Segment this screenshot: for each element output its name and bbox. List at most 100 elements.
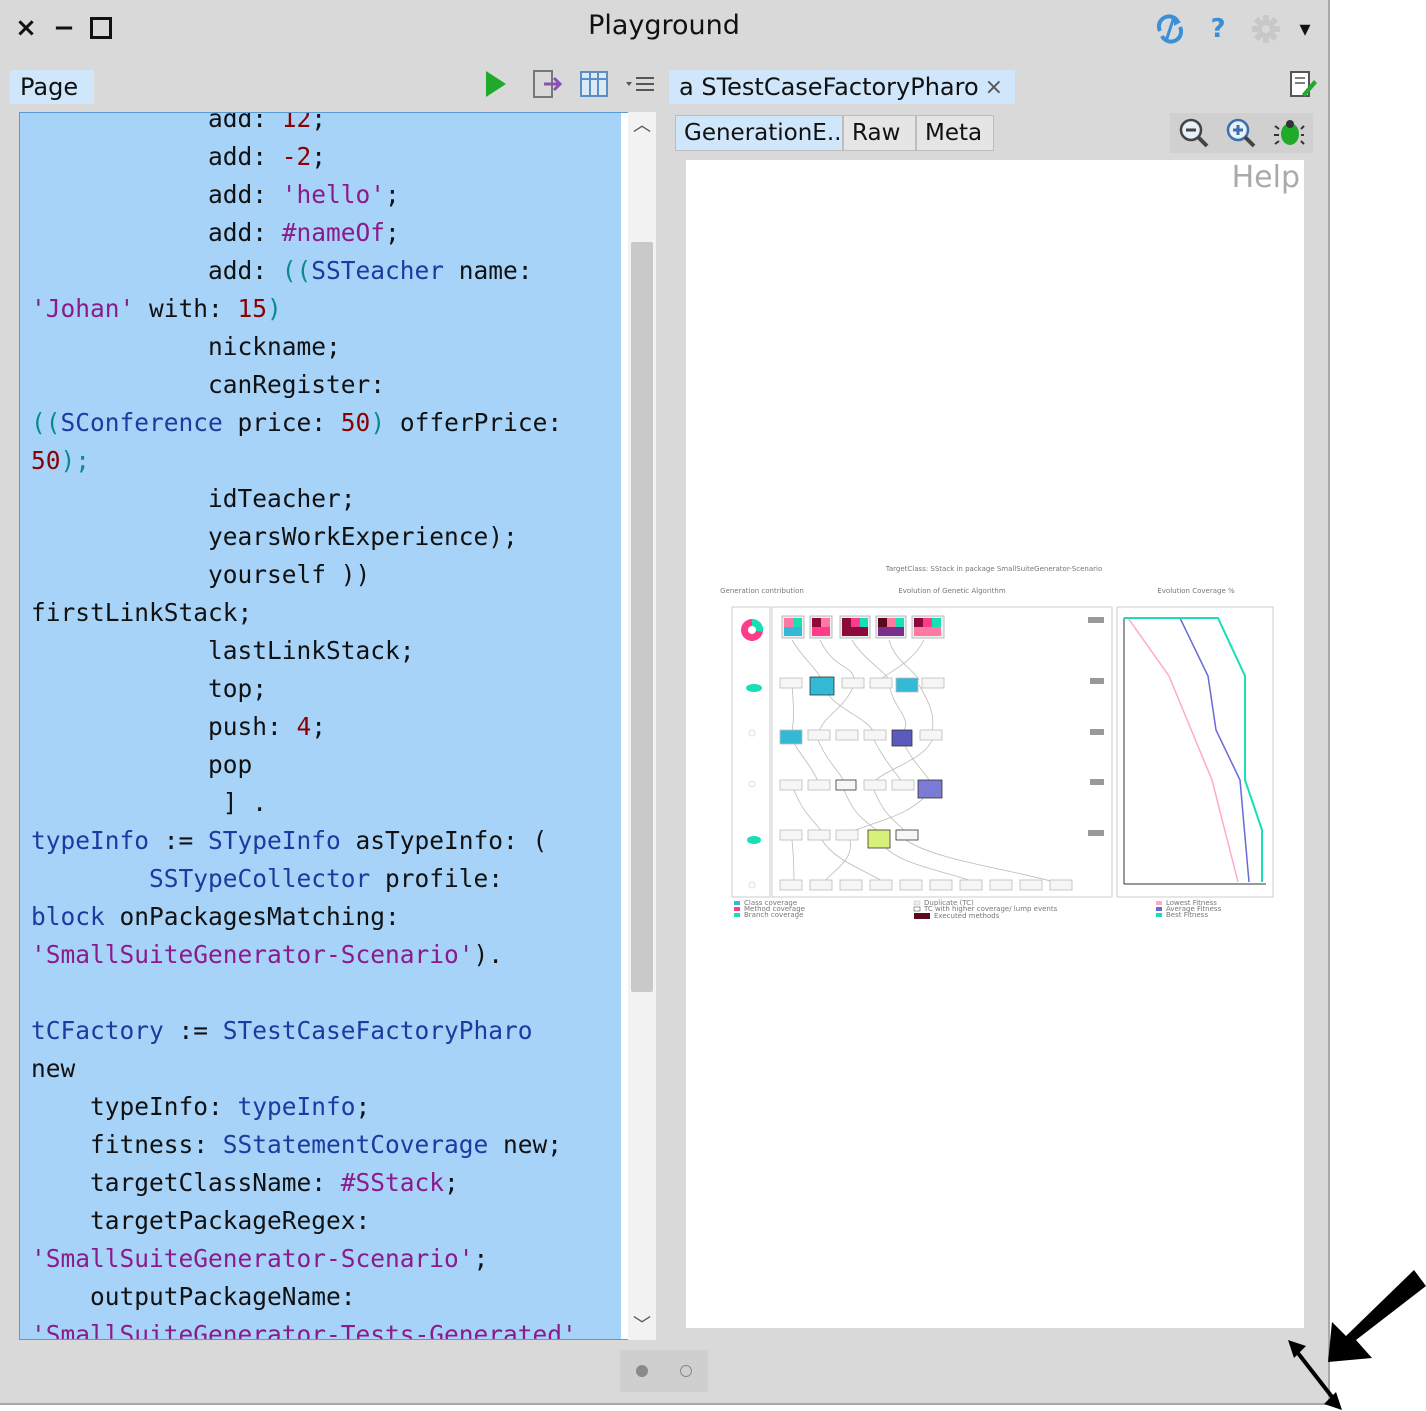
tab-page-label: Page bbox=[20, 73, 79, 101]
code-token: new bbox=[31, 1054, 76, 1083]
code-line[interactable]: ] . bbox=[31, 788, 267, 817]
code-line[interactable]: add: #nameOf; bbox=[31, 218, 400, 247]
edit-icon bbox=[1290, 71, 1317, 97]
code-line[interactable]: tCFactory := STestCaseFactoryPharo bbox=[31, 1016, 533, 1045]
code-token: ; bbox=[311, 142, 327, 171]
code-token: 'SmallSuiteGenerator-Tests-Generated' bbox=[31, 1320, 577, 1339]
tab-page[interactable]: Page bbox=[10, 70, 94, 104]
code-token: #SStack bbox=[340, 1168, 445, 1197]
debug-button[interactable] bbox=[1273, 117, 1305, 149]
tab-inspector[interactable]: a STestCaseFactoryPharo × bbox=[669, 70, 1015, 104]
playground-window: × − Playground ? ▾ Page add: 12; add: -2… bbox=[0, 0, 1330, 1405]
code-token: 'SmallSuiteGenerator-Scenario' bbox=[31, 940, 474, 969]
code-token: onPackagesMatching: bbox=[104, 902, 415, 931]
code-line[interactable]: add: ((SSTeacher name: bbox=[31, 256, 547, 285]
code-line[interactable]: new bbox=[31, 1054, 75, 1083]
bindings-button[interactable] bbox=[578, 67, 612, 101]
code-line[interactable]: add: 12; bbox=[31, 113, 326, 133]
do-it-and-go-button[interactable] bbox=[480, 67, 510, 101]
code-editor[interactable]: add: 12; add: -2; add: 'hello'; add: #na… bbox=[19, 112, 656, 1340]
code-token: SSTeacher bbox=[311, 256, 445, 285]
legend-executed-methods: Executed methods bbox=[934, 912, 1000, 920]
code-token: add: bbox=[31, 218, 282, 247]
code-line[interactable]: 50); bbox=[31, 446, 90, 475]
editor-scrollbar[interactable]: ︿ ﹀ bbox=[628, 112, 656, 1340]
code-line[interactable]: 'Johan' with: 15) bbox=[31, 294, 282, 323]
genealogy-edges bbox=[791, 639, 1055, 883]
code-line[interactable]: yearsWorkExperience); bbox=[31, 522, 518, 551]
code-line[interactable]: targetClassName: #SStack; bbox=[31, 1168, 459, 1197]
code-line[interactable]: nickname; bbox=[31, 332, 341, 361]
code-line[interactable]: SSTypeCollector profile: bbox=[31, 864, 518, 893]
code-line[interactable]: canRegister: bbox=[31, 370, 400, 399]
tab-meta[interactable]: Meta bbox=[916, 115, 994, 151]
zoom-out-icon bbox=[1179, 118, 1209, 148]
code-line[interactable]: 'SmallSuiteGenerator-Scenario'). bbox=[31, 940, 503, 969]
code-line[interactable]: push: 4; bbox=[31, 712, 326, 741]
code-line[interactable]: idTeacher; bbox=[31, 484, 356, 513]
evolution-visualization[interactable]: TargetClass: SStack in package SmallSuit… bbox=[714, 560, 1274, 930]
code-token: SSTypeCollector bbox=[149, 864, 371, 893]
code-line[interactable]: add: 'hello'; bbox=[31, 180, 400, 209]
code-line[interactable]: ((SConference price: 50) offerPrice: bbox=[31, 408, 577, 437]
code-token: STypeInfo bbox=[208, 826, 341, 855]
code-line[interactable]: fitness: SStatementCoverage new; bbox=[31, 1130, 562, 1159]
viz-title: TargetClass: SStack in package SmallSuit… bbox=[885, 565, 1102, 573]
help-button[interactable]: ? bbox=[1203, 12, 1233, 46]
code-token: tCFactory bbox=[31, 1016, 164, 1045]
code-line[interactable]: typeInfo := STypeInfo asTypeInfo: ( bbox=[31, 826, 547, 855]
code-text[interactable]: add: 12; add: -2; add: 'hello'; add: #na… bbox=[20, 113, 621, 1339]
code-token: profile: bbox=[370, 864, 518, 893]
code-line[interactable]: 'SmallSuiteGenerator-Tests-Generated' bbox=[31, 1320, 577, 1339]
code-line[interactable]: outputPackageName: bbox=[31, 1282, 370, 1311]
scrollbar-thumb[interactable] bbox=[631, 242, 653, 992]
edit-inspector-button[interactable] bbox=[1288, 68, 1320, 100]
code-selection[interactable]: add: 12; add: -2; add: 'hello'; add: #na… bbox=[20, 113, 621, 1339]
zoom-in-button[interactable] bbox=[1225, 117, 1257, 149]
code-token: (( bbox=[31, 408, 61, 437]
code-line[interactable]: 'SmallSuiteGenerator-Scenario'; bbox=[31, 1244, 488, 1273]
code-line[interactable]: top; bbox=[31, 674, 267, 703]
page-dot-inactive[interactable] bbox=[680, 1365, 692, 1377]
scroll-up-arrow-icon[interactable]: ︿ bbox=[632, 116, 652, 136]
code-line[interactable]: firstLinkStack; bbox=[31, 598, 252, 627]
menu-icon bbox=[626, 77, 654, 91]
tab-generation-evolution[interactable]: GenerationE... bbox=[675, 115, 849, 151]
tab-meta-label: Meta bbox=[925, 120, 983, 146]
code-token: new; bbox=[488, 1130, 563, 1159]
code-token: yourself )) bbox=[31, 560, 371, 589]
settings-button[interactable] bbox=[1248, 12, 1284, 46]
tab-raw[interactable]: Raw bbox=[843, 115, 916, 151]
bug-icon bbox=[1274, 120, 1305, 145]
page-menu-button[interactable] bbox=[624, 72, 658, 96]
code-line[interactable]: add: -2; bbox=[31, 142, 326, 171]
tab-close-icon[interactable]: × bbox=[985, 75, 1003, 100]
code-line[interactable]: lastLinkStack; bbox=[31, 636, 415, 665]
code-token: -2 bbox=[281, 142, 312, 171]
code-token: nickname; bbox=[31, 332, 341, 361]
code-token: add: bbox=[31, 142, 282, 171]
code-token: fitness: bbox=[31, 1130, 223, 1159]
code-token: ; bbox=[311, 712, 327, 741]
print-it-button[interactable] bbox=[530, 67, 564, 101]
help-link[interactable]: Help bbox=[1232, 160, 1300, 195]
code-token: typeInfo bbox=[237, 1092, 356, 1121]
code-line[interactable]: pop bbox=[31, 750, 252, 779]
code-line[interactable]: targetPackageRegex: bbox=[31, 1206, 385, 1235]
page-dot-active[interactable] bbox=[636, 1365, 648, 1377]
code-token: add: bbox=[31, 180, 282, 209]
code-line[interactable]: block onPackagesMatching: bbox=[31, 902, 415, 931]
window-menu-button[interactable]: ▾ bbox=[1292, 12, 1318, 46]
code-line[interactable]: yourself )) bbox=[31, 560, 370, 589]
zoom-out-button[interactable] bbox=[1178, 117, 1210, 149]
zoom-toolbar bbox=[1170, 113, 1313, 153]
genetic-algorithm-panel bbox=[771, 606, 1113, 898]
code-token: := bbox=[163, 1016, 223, 1045]
code-token: add: bbox=[31, 256, 282, 285]
scroll-down-arrow-icon[interactable]: ﹀ bbox=[632, 1316, 652, 1336]
dropdown-arrow-icon: ▾ bbox=[1299, 16, 1311, 42]
gear-icon bbox=[1252, 15, 1280, 43]
code-line[interactable]: typeInfo: typeInfo; bbox=[31, 1092, 370, 1121]
sync-button[interactable] bbox=[1152, 12, 1188, 46]
code-token: := bbox=[149, 826, 209, 855]
